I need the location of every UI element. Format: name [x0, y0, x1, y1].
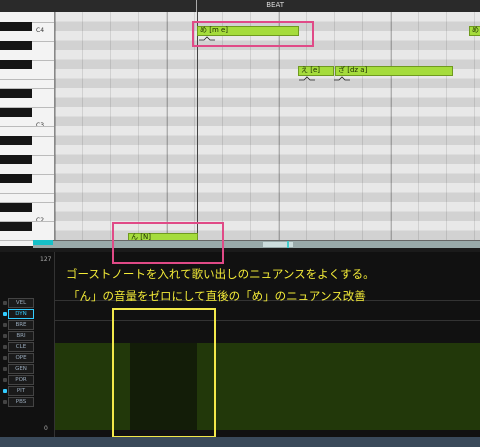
scroll-position-marker: [287, 241, 289, 248]
highlight-box-dynamics: [112, 308, 216, 438]
note-za[interactable]: ざ [dz a]: [335, 66, 453, 76]
param-bri-button[interactable]: BRI: [8, 331, 34, 341]
param-indicator-icon: [3, 312, 7, 316]
param-ope-button[interactable]: OPE: [8, 353, 34, 363]
scroll-indicator: [33, 240, 53, 245]
pitch-curve-icon: [334, 76, 350, 81]
piano-black-key[interactable]: [0, 41, 32, 50]
param-vel-button[interactable]: VEL: [8, 298, 34, 308]
note-lyric: ざ [dz a]: [338, 66, 368, 74]
piano-black-key[interactable]: [0, 221, 32, 231]
annotation-caption-line2: 「ん」の音量をゼロにして直後の「め」のニュアンス改善: [68, 289, 366, 303]
piano-black-key[interactable]: [0, 136, 32, 145]
beat-label: BEAT: [266, 1, 284, 9]
bar-line: [279, 12, 280, 246]
param-indicator-icon: [3, 356, 7, 360]
piano-black-key[interactable]: [0, 174, 32, 183]
piano-white-key-divider: [0, 192, 54, 194]
param-indicator-icon: [3, 301, 7, 305]
note-lyric: え [e]: [301, 66, 320, 74]
param-bre-button[interactable]: BRE: [8, 320, 34, 330]
annotation-caption-line1: ゴーストノートを入れて歌い出しのニュアンスをよくする。: [66, 267, 375, 281]
bar-line: [55, 12, 56, 246]
param-indicator-icon: [3, 389, 7, 393]
piano-black-key[interactable]: [0, 155, 32, 164]
param-cle-button[interactable]: CLE: [8, 342, 34, 352]
highlight-box-ghost-note: [112, 222, 224, 264]
scale-min-label: 0: [44, 425, 48, 432]
bar-line: [167, 12, 168, 246]
piano-black-key[interactable]: [0, 60, 32, 69]
pitch-curve-icon: [299, 76, 315, 81]
note-me-next[interactable]: め: [469, 26, 480, 36]
piano-black-key[interactable]: [0, 202, 32, 212]
param-indicator-icon: [3, 367, 7, 371]
note-lyric: め: [472, 26, 479, 34]
piano-white-key-divider: [0, 78, 54, 80]
bar-line: [391, 12, 392, 246]
os-taskbar: [0, 437, 480, 447]
playhead-line: [197, 12, 198, 246]
horizontal-scrollbar[interactable]: [33, 240, 480, 248]
piano-black-key[interactable]: [0, 22, 32, 31]
param-indicator-icon: [3, 323, 7, 327]
param-indicator-icon: [3, 378, 7, 382]
piano-black-key[interactable]: [0, 88, 32, 98]
highlight-box-me-note: [192, 21, 314, 47]
octave-label-c4: C4: [36, 27, 45, 34]
param-indicator-icon: [3, 334, 7, 338]
piano-keyboard[interactable]: C4 C3 C2: [0, 12, 55, 246]
ruler-playhead-marker: [196, 0, 197, 12]
piano-black-key[interactable]: [0, 107, 32, 117]
param-por-button[interactable]: POR: [8, 375, 34, 385]
param-indicator-icon: [3, 345, 7, 349]
param-pbs-button[interactable]: PBS: [8, 397, 34, 407]
note-e[interactable]: え [e]: [298, 66, 334, 76]
param-indicator-icon: [3, 400, 7, 404]
scale-max-label: 127: [40, 256, 52, 263]
param-pit-button[interactable]: PIT: [8, 386, 34, 396]
param-gen-button[interactable]: GEN: [8, 364, 34, 374]
piano-white-key-divider: [0, 126, 54, 127]
param-dyn-button[interactable]: DYN: [8, 309, 34, 319]
piano-roll-grid[interactable]: め [m e] え [e] ざ [dz a] ん [N] め: [55, 12, 480, 246]
